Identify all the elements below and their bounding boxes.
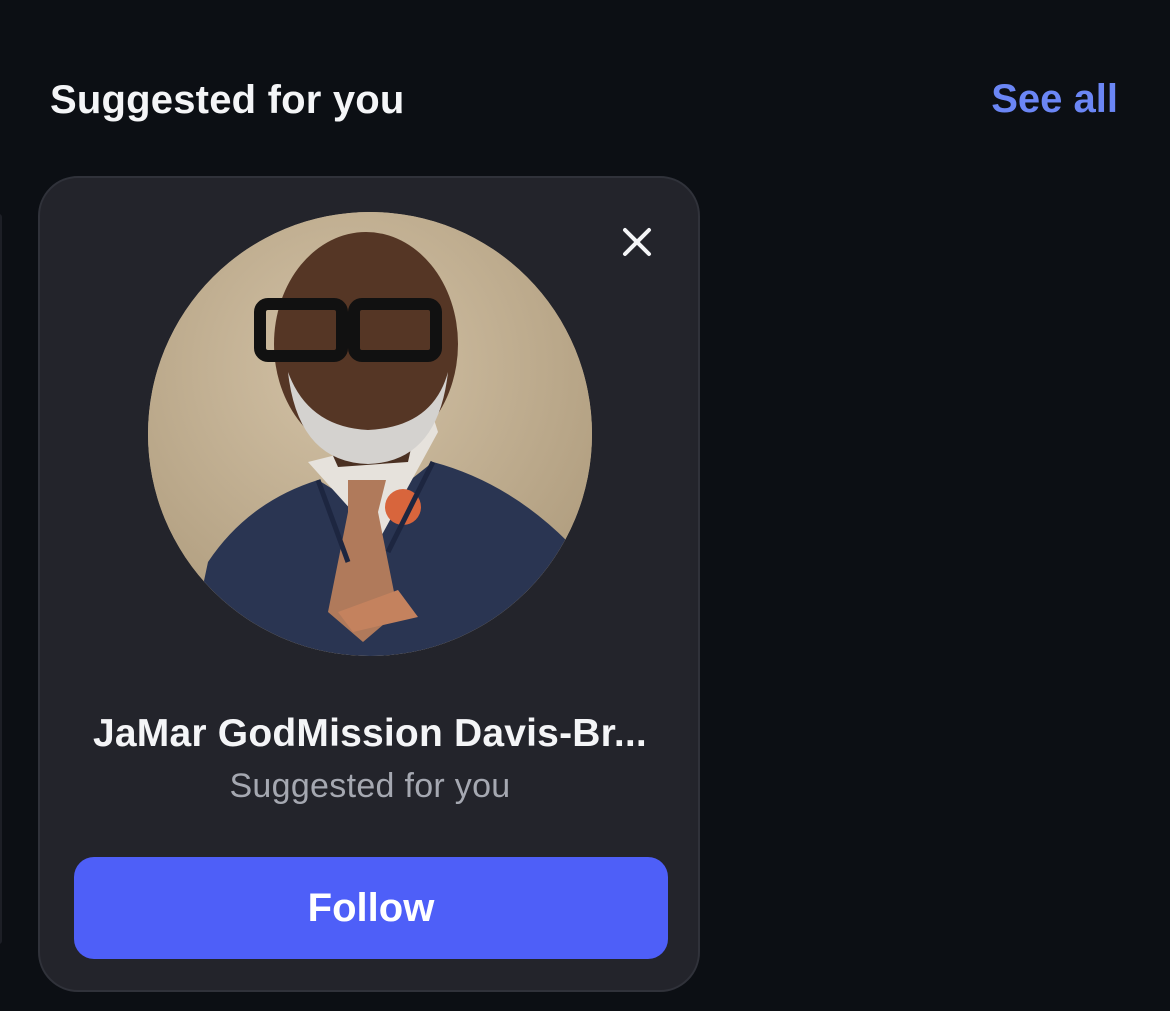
previous-card-edge	[0, 214, 2, 944]
avatar[interactable]	[148, 212, 592, 656]
profile-name[interactable]: JaMar GodMission Davis-Br...	[40, 712, 700, 756]
dismiss-button[interactable]	[615, 220, 659, 264]
close-icon	[623, 228, 651, 256]
follow-button[interactable]: Follow	[74, 857, 668, 959]
see-all-link[interactable]: See all	[991, 77, 1118, 122]
suggestion-card[interactable]: JaMar GodMission Davis-Br... Suggested f…	[38, 176, 700, 992]
suggestion-reason: Suggested for you	[229, 767, 511, 805]
section-title: Suggested for you	[50, 78, 405, 122]
